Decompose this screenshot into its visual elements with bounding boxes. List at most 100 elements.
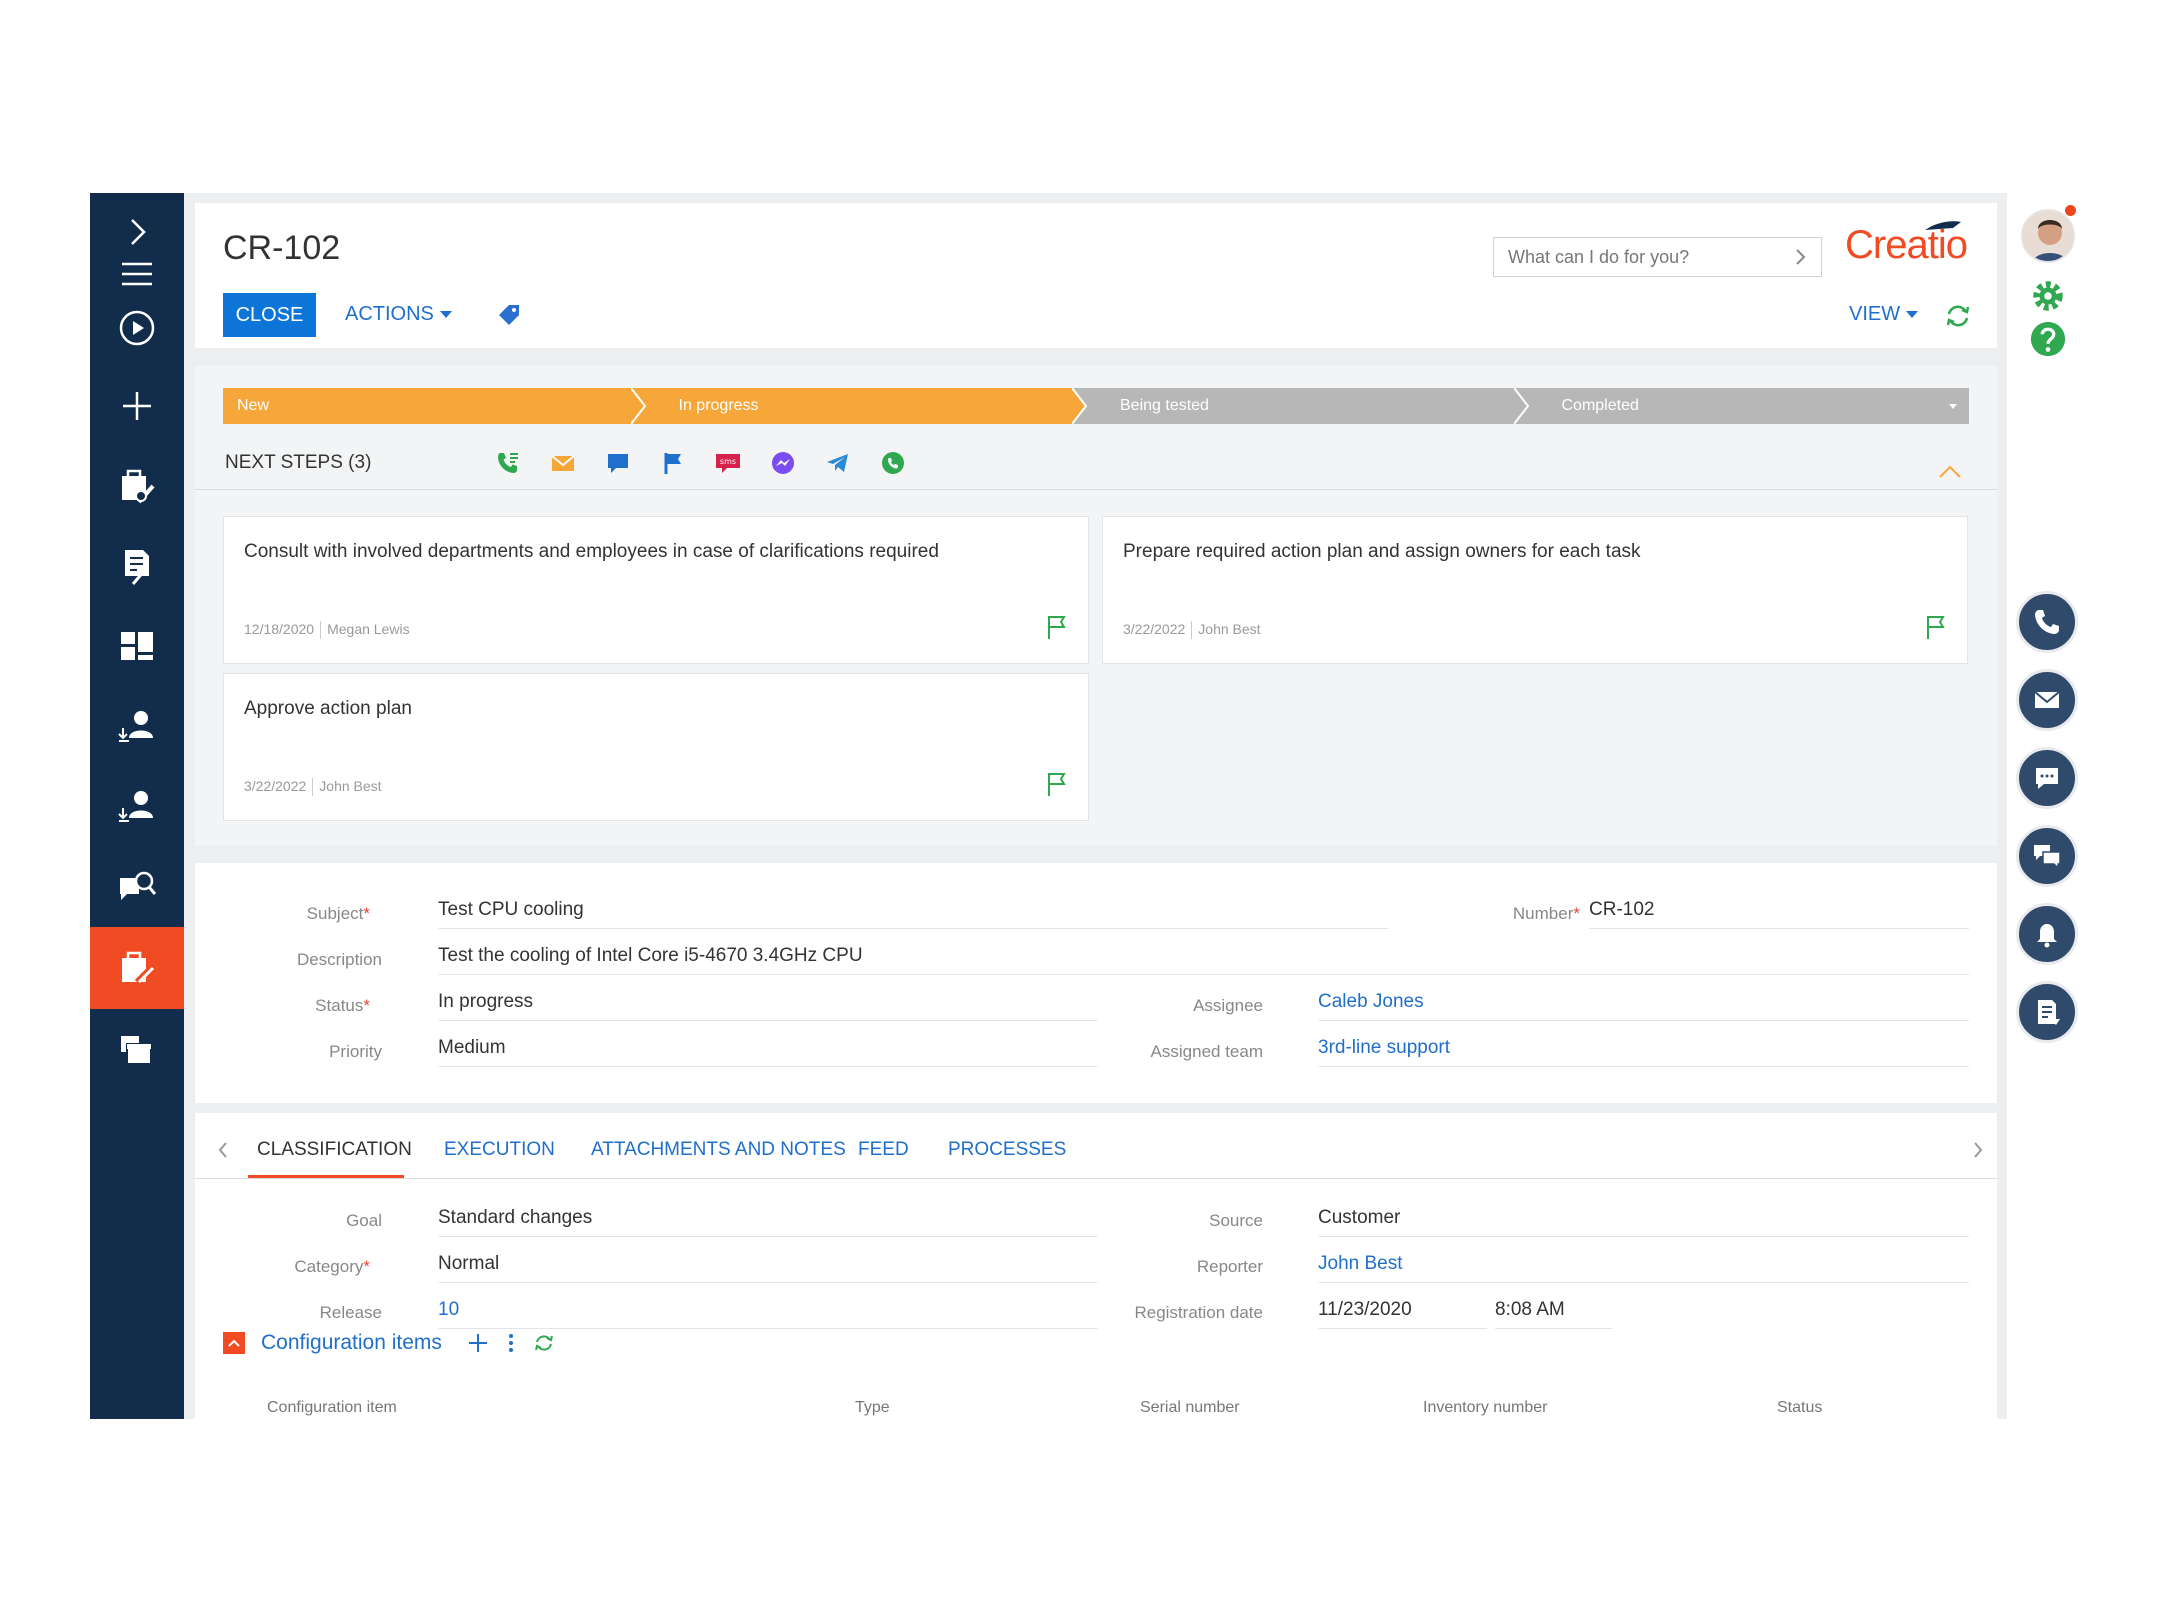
contacts-import-icon [118,711,153,742]
sidebar-item-knowledge-base[interactable] [90,847,184,925]
sidebar-item-documents[interactable] [90,527,184,605]
divider [312,778,314,796]
email-button[interactable] [2016,669,2078,731]
sidebar-item-accounts[interactable] [90,767,184,845]
number-field[interactable]: CR-102 [1589,897,1969,929]
tab-classification[interactable]: CLASSIFICATION [257,1139,412,1161]
category-field[interactable]: Normal [438,1251,1098,1283]
caret-down-icon [1906,311,1919,318]
stage-being-tested[interactable]: Being tested [1086,388,1542,424]
task-owner: John Best [1198,621,1261,637]
assigned-team-label: Assigned team [1150,1042,1263,1061]
add-button[interactable] [90,367,184,445]
tab-processes[interactable]: PROCESSES [948,1139,1066,1161]
release-label: Release [319,1303,382,1322]
sidebar-item-dashboards[interactable] [90,607,184,685]
call-icon[interactable] [495,450,521,476]
chevron-up-icon[interactable] [1937,462,1963,480]
refresh-icon[interactable] [1943,301,1973,331]
chat-icon[interactable] [605,450,631,476]
goal-field[interactable]: Standard changes [438,1205,1098,1237]
sms-icon[interactable]: sms [715,450,741,476]
actions-button[interactable]: ACTIONS [345,303,452,326]
chat-button[interactable] [2016,747,2078,809]
whatsapp-icon[interactable] [880,450,906,476]
stage-dropdown-icon[interactable] [1949,404,1957,409]
close-button[interactable]: CLOSE [223,293,316,337]
gear-icon[interactable] [2029,277,2067,315]
sidebar-item-contacts[interactable] [90,687,184,765]
description-field[interactable]: Test the cooling of Intel Core i5-4670 3… [438,943,1969,975]
help-icon[interactable] [2029,320,2067,358]
task-title: Approve action plan [244,698,412,719]
stage-completed[interactable]: Completed [1527,388,1969,424]
tab-bar: CLASSIFICATION EXECUTION ATTACHMENTS AND… [195,1113,1997,1179]
tab-execution[interactable]: EXECUTION [444,1139,555,1161]
priority-label: Priority [329,1042,382,1061]
collapse-toggle[interactable] [223,1332,245,1354]
configuration-items-header: Configuration items [223,1331,556,1355]
column-header[interactable]: Status [1777,1399,1822,1417]
task-title: Consult with involved departments and em… [244,541,939,562]
notifications-button[interactable] [2016,903,2078,965]
chevron-right-icon [1796,249,1806,265]
command-search-input[interactable]: What can I do for you? [1493,237,1822,277]
sidebar-item-cases[interactable] [90,447,184,525]
refresh-icon[interactable] [532,1331,556,1355]
required-mark: * [363,1257,370,1276]
column-header[interactable]: Configuration item [267,1399,397,1417]
reporter-field[interactable]: John Best [1318,1251,1969,1283]
assigned-team-field[interactable]: 3rd-line support [1318,1035,1969,1067]
tag-icon[interactable] [497,303,521,327]
sidebar-item-releases[interactable] [90,1011,184,1089]
stage-arrow-icon [1072,388,1100,424]
flag-icon[interactable] [660,450,686,476]
next-step-card[interactable]: Approve action plan 3/22/2022 John Best [223,673,1089,821]
task-date: 12/18/2020 [244,621,315,637]
task-list-icon [2038,1000,2060,1025]
tasks-button[interactable] [2016,981,2078,1043]
label-text: Subject [306,904,364,923]
chevron-left-icon[interactable] [215,1139,231,1161]
search-placeholder: What can I do for you? [1508,246,1690,267]
next-step-card[interactable]: Prepare required action plan and assign … [1102,516,1968,664]
configuration-items-title[interactable]: Configuration items [261,1331,442,1355]
tab-feed[interactable]: FEED [858,1139,909,1161]
call-button[interactable] [2016,591,2078,653]
accounts-import-icon [118,791,153,822]
add-icon[interactable] [466,1331,490,1355]
status-field[interactable]: In progress [438,989,1098,1021]
priority-field[interactable]: Medium [438,1035,1098,1067]
reporter-label: Reporter [1196,1257,1263,1276]
registration-time-field[interactable]: 8:08 AM [1495,1297,1612,1329]
flag-icon[interactable] [1044,770,1068,798]
stage-new[interactable]: New [223,388,659,424]
source-field[interactable]: Customer [1318,1205,1969,1237]
tab-attachments-and-notes[interactable]: ATTACHMENTS AND NOTES [591,1139,846,1161]
sidebar-item-changes[interactable] [90,927,184,1009]
telegram-icon[interactable] [825,450,851,476]
column-header[interactable]: Type [855,1399,890,1417]
assignee-field[interactable]: Caleb Jones [1318,989,1969,1021]
avatar[interactable] [2021,209,2075,263]
release-field[interactable]: 10 [438,1297,1098,1329]
next-step-card[interactable]: Consult with involved departments and em… [223,516,1089,664]
subject-field[interactable]: Test CPU cooling [438,897,1388,929]
flag-icon[interactable] [1923,613,1947,641]
view-button[interactable]: VIEW [1849,303,1919,326]
email-icon[interactable] [550,450,576,476]
conversations-button[interactable] [2016,825,2078,887]
more-options-icon[interactable] [506,1331,516,1355]
task-meta: 3/22/2022 John Best [244,778,382,796]
chevron-right-icon[interactable] [1970,1139,1986,1161]
registration-date-field[interactable]: 11/23/2020 [1318,1297,1487,1329]
flag-icon[interactable] [1044,613,1068,641]
column-header[interactable]: Serial number [1140,1399,1240,1417]
processes-button[interactable] [90,289,184,367]
releases-icon [121,1036,152,1065]
stage-in-progress[interactable]: In progress [644,388,1100,424]
column-header[interactable]: Inventory number [1423,1399,1548,1417]
messenger-icon[interactable] [770,450,796,476]
goal-label: Goal [346,1211,382,1230]
chat-icon [2036,768,2058,789]
